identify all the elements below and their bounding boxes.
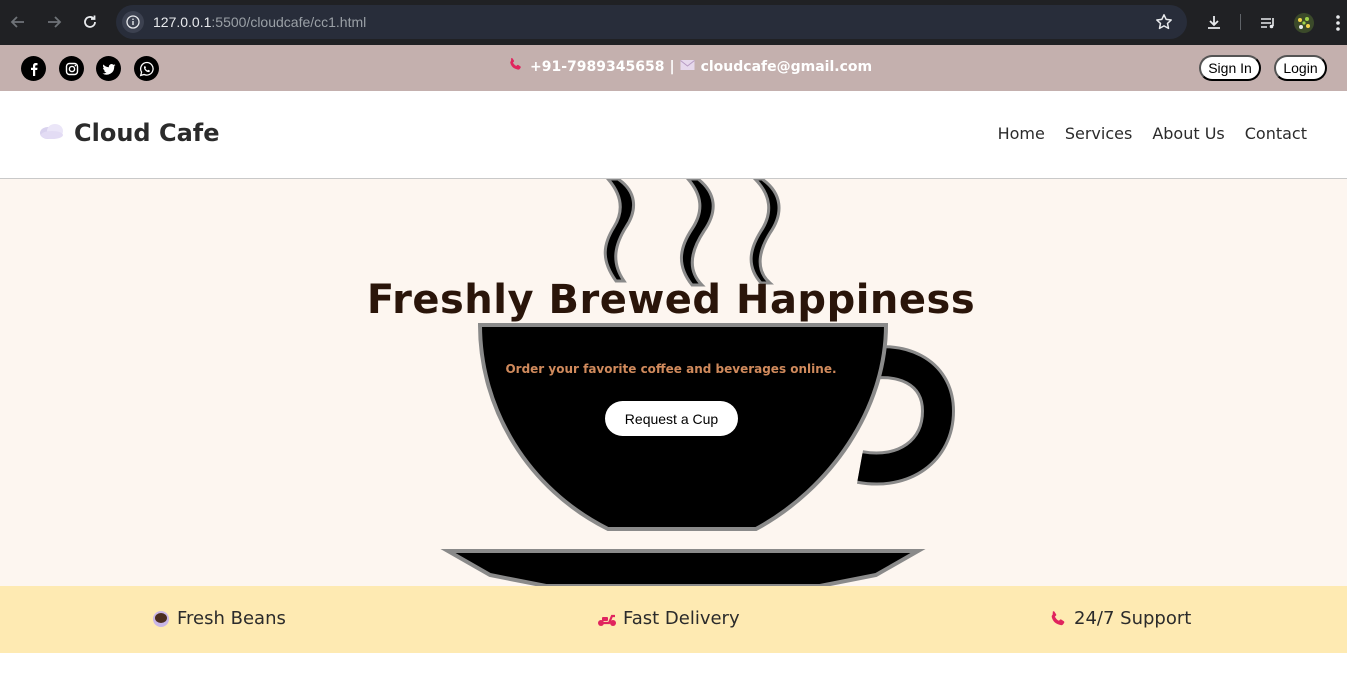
phone-icon: [508, 57, 523, 76]
top-info-bar: +91-7989345658 | cloudcafe@gmail.com Sig…: [0, 45, 1347, 91]
coffee-cup-illustration: [440, 179, 956, 586]
facebook-icon[interactable]: [21, 56, 46, 81]
steam-icon: [603, 179, 781, 287]
coffee-bean-icon: [151, 609, 171, 629]
nav-link-about-us[interactable]: About Us: [1152, 124, 1224, 143]
forward-arrow-icon: [48, 16, 62, 28]
nav-link-home[interactable]: Home: [998, 124, 1045, 143]
forward-button[interactable]: [36, 4, 72, 40]
twitter-icon[interactable]: [96, 56, 121, 81]
feature-label: 24/7 Support: [1074, 608, 1192, 629]
back-arrow-icon: [10, 16, 24, 28]
phone-icon: [1048, 609, 1068, 629]
bookmark-star-icon[interactable]: [1155, 13, 1173, 35]
phone-number[interactable]: +91-7989345658: [530, 59, 664, 75]
contact-info: +91-7989345658 | cloudcafe@gmail.com: [508, 57, 872, 76]
nav-link-contact[interactable]: Contact: [1245, 124, 1307, 143]
nav-links: Home Services About Us Contact: [998, 124, 1307, 143]
hero-title: Freshly Brewed Happiness: [366, 277, 976, 323]
back-button[interactable]: [0, 4, 36, 40]
media-queue-icon[interactable]: [1254, 0, 1282, 45]
brand-logo[interactable]: Cloud Cafe: [38, 119, 219, 147]
hero-subtitle: Order your favorite coffee and beverages…: [505, 362, 837, 376]
nav-link-services[interactable]: Services: [1065, 124, 1132, 143]
feature-label: Fresh Beans: [177, 608, 286, 629]
browser-menu-icon[interactable]: [1328, 0, 1347, 45]
email-address[interactable]: cloudcafe@gmail.com: [701, 59, 873, 75]
url-path: :5500/cloudcafe/cc1.html: [211, 14, 367, 30]
login-button[interactable]: Login: [1274, 55, 1327, 81]
download-icon[interactable]: [1200, 0, 1228, 45]
url-host: 127.0.0.1: [153, 14, 212, 30]
whatsapp-icon[interactable]: [134, 56, 159, 81]
contact-separator: |: [669, 58, 675, 75]
browser-toolbar: 127.0.0.1:5500/cloudcafe/cc1.html: [0, 0, 1347, 45]
feature-fresh-beans: Fresh Beans: [151, 608, 286, 629]
main-navigation: Cloud Cafe Home Services About Us Contac…: [0, 91, 1347, 179]
feature-fast-delivery: Fast Delivery: [597, 608, 740, 629]
instagram-icon[interactable]: [59, 56, 84, 81]
feature-label: Fast Delivery: [623, 608, 740, 629]
address-bar[interactable]: 127.0.0.1:5500/cloudcafe/cc1.html: [116, 5, 1187, 39]
toolbar-divider: [1240, 14, 1241, 30]
cloud-icon: [38, 122, 66, 144]
feature-support: 24/7 Support: [1048, 608, 1191, 629]
saucer: [440, 549, 926, 586]
request-cup-button[interactable]: Request a Cup: [605, 401, 738, 436]
reload-icon: [84, 15, 96, 28]
scooter-icon: [597, 609, 617, 629]
brand-name: Cloud Cafe: [74, 119, 220, 147]
url-text: 127.0.0.1:5500/cloudcafe/cc1.html: [153, 14, 366, 30]
features-strip: Fresh Beans Fast Delivery 24/7 Support: [0, 586, 1347, 653]
sign-in-button[interactable]: Sign In: [1199, 55, 1261, 81]
email-icon: [679, 59, 695, 75]
profile-avatar[interactable]: [1290, 0, 1318, 45]
hero-section: Freshly Brewed Happiness Order your favo…: [0, 179, 1347, 586]
reload-button[interactable]: [72, 4, 108, 40]
site-info-icon[interactable]: [122, 11, 144, 33]
